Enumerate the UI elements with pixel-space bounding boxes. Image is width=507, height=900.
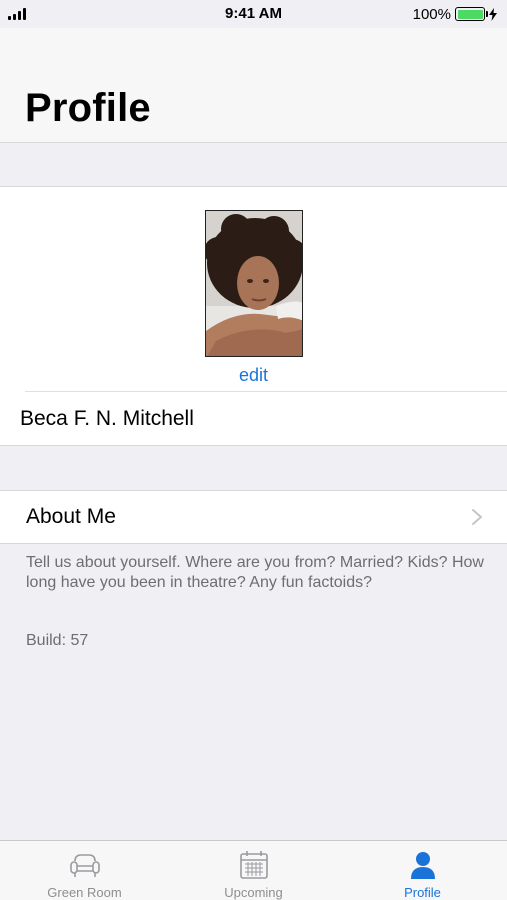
tab-label: Upcoming <box>224 885 283 900</box>
tab-green-room[interactable]: Green Room <box>0 841 169 900</box>
person-icon <box>410 852 435 879</box>
name-field[interactable]: Beca F. N. Mitchell <box>20 407 194 431</box>
divider <box>25 391 507 392</box>
chevron-right-icon <box>472 509 482 525</box>
profile-photo[interactable] <box>205 210 303 357</box>
battery-icon <box>455 7 488 21</box>
about-me-row[interactable]: About Me <box>0 490 507 544</box>
page-title: Profile <box>25 86 151 130</box>
sofa-icon <box>69 854 100 877</box>
tab-label: Profile <box>404 885 441 900</box>
tab-upcoming[interactable]: Upcoming <box>169 841 338 900</box>
calendar-icon <box>239 851 268 879</box>
status-bar: 9:41 AM 100% <box>0 0 507 28</box>
tab-profile[interactable]: Profile <box>338 841 507 900</box>
navigation-header: Profile <box>0 28 507 143</box>
build-label: Build: 57 <box>26 632 89 649</box>
tab-bar: Green Room Upcoming Profile <box>0 840 507 900</box>
about-me-hint: Tell us about yourself. Where are you fr… <box>26 554 484 591</box>
profile-card: edit Beca F. N. Mitchell <box>0 186 507 446</box>
edit-photo-link[interactable]: edit <box>0 365 507 386</box>
status-time: 9:41 AM <box>225 5 282 22</box>
about-me-label: About Me <box>26 505 116 528</box>
tab-label: Green Room <box>47 885 122 900</box>
